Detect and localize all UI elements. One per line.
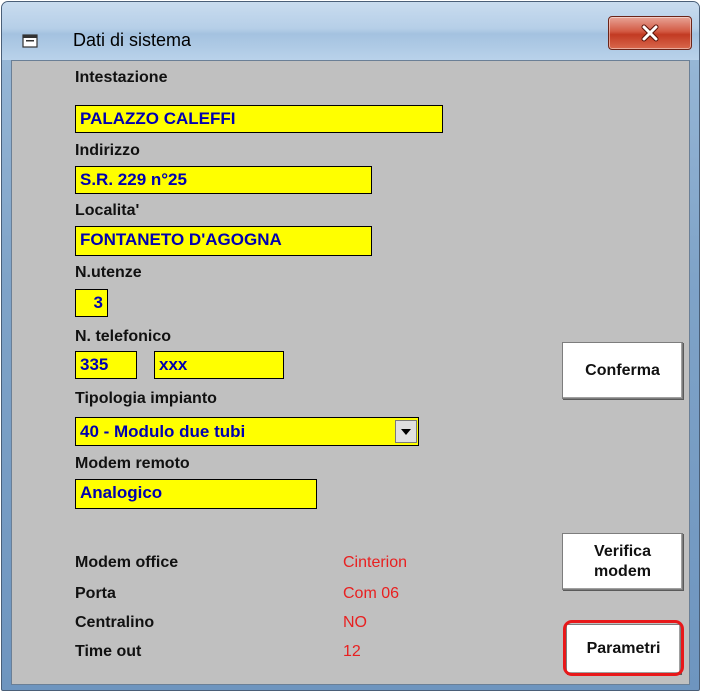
- centralino-value: NO: [343, 614, 367, 631]
- tipologia-label: Tipologia impianto: [75, 390, 217, 407]
- modem-office-value: Cinterion: [343, 554, 408, 571]
- modem-office-label: Modem office: [75, 554, 179, 571]
- telefono-number-field[interactable]: xxx: [154, 351, 284, 379]
- porta-label: Porta: [75, 585, 116, 602]
- verifica-modem-line1: Verifica: [594, 542, 651, 560]
- window-app-icon: [22, 34, 38, 48]
- dropdown-button[interactable]: [395, 420, 417, 443]
- parametri-highlight-outline: [563, 620, 684, 676]
- verifica-modem-line2: modem: [594, 562, 651, 580]
- close-x-icon: [641, 24, 659, 42]
- conferma-button[interactable]: Conferma: [562, 342, 683, 399]
- modem-remoto-field[interactable]: Analogico: [75, 479, 317, 509]
- timeout-value: 12: [343, 643, 361, 660]
- dialog-client-area: Intestazione PALAZZO CALEFFI Indirizzo S…: [11, 60, 690, 685]
- telefono-prefix-field[interactable]: 335: [75, 351, 137, 379]
- intestazione-field[interactable]: PALAZZO CALEFFI: [75, 105, 443, 133]
- dialog-window: Dati di sistema Intestazione PALAZZO CAL…: [1, 1, 700, 691]
- utenze-field[interactable]: 3: [75, 289, 108, 317]
- tipologia-selected-value: 40 - Modulo due tubi: [80, 422, 246, 441]
- centralino-label: Centralino: [75, 614, 155, 631]
- chevron-down-icon: [401, 428, 411, 435]
- intestazione-label: Intestazione: [75, 69, 168, 86]
- title-bar[interactable]: Dati di sistema: [2, 2, 699, 60]
- tipologia-select[interactable]: 40 - Modulo due tubi: [75, 417, 419, 446]
- porta-value: Com 06: [343, 585, 400, 602]
- localita-field[interactable]: FONTANETO D'AGOGNA: [75, 226, 372, 256]
- modem-remoto-label: Modem remoto: [75, 455, 190, 472]
- utenze-label: N.utenze: [75, 264, 142, 281]
- telefono-label: N. telefonico: [75, 328, 172, 345]
- window-title: Dati di sistema: [73, 30, 192, 50]
- indirizzo-label: Indirizzo: [75, 142, 140, 159]
- timeout-label: Time out: [75, 643, 142, 660]
- localita-label: Localita': [75, 202, 140, 219]
- indirizzo-field[interactable]: S.R. 229 n°25: [75, 166, 372, 194]
- close-button[interactable]: [608, 16, 692, 50]
- verifica-modem-button[interactable]: Verifica modem: [562, 533, 683, 590]
